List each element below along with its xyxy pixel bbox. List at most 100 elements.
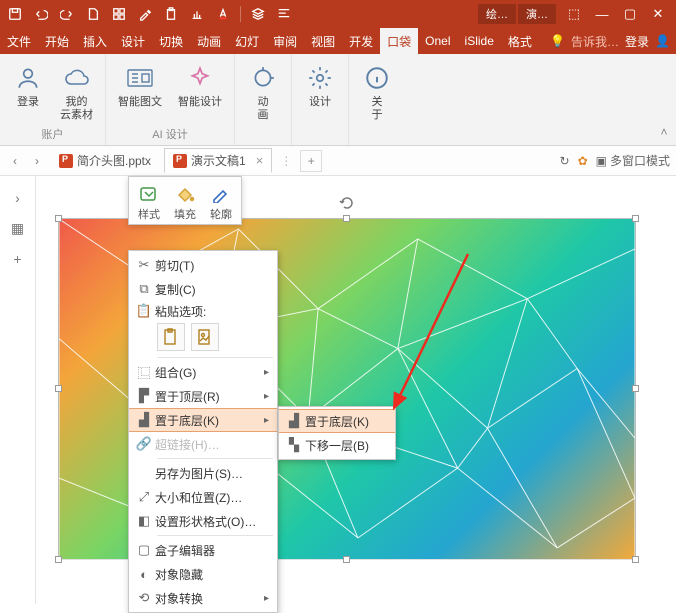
tab-insert[interactable]: 插入 [76, 28, 114, 54]
submenu-send-to-back[interactable]: ▟ 置于底层(K) [279, 409, 395, 433]
smart-design-button[interactable]: 智能设计 [174, 58, 226, 124]
left-rail: › ▦ + [0, 176, 36, 604]
forward-icon[interactable]: › [28, 152, 46, 170]
tab-review[interactable]: 审阅 [266, 28, 304, 54]
save-icon[interactable] [4, 3, 26, 25]
ribbon-group-about: 关 于 [349, 54, 405, 145]
tab-home[interactable]: 开始 [38, 28, 76, 54]
user-icon[interactable]: 👤 [655, 34, 670, 48]
tab-slideshow[interactable]: 幻灯 [228, 28, 266, 54]
menu-bring-front[interactable]: ▛ 置于顶层(R) ▸ [129, 384, 277, 408]
submenu-send-backward[interactable]: ▚ 下移一层(B) [279, 433, 395, 457]
ribbon-group-label: AI 设计 [152, 124, 187, 145]
selection-handle[interactable] [55, 556, 62, 563]
eyedropper-icon[interactable] [134, 3, 156, 25]
send-back-icon: ▟ [133, 411, 155, 429]
tab-menu-icon[interactable]: ⋮ [276, 154, 296, 168]
menu-copy[interactable]: ⧉ 复制(C) [129, 277, 277, 301]
tab-onekey[interactable]: Onel [418, 28, 457, 54]
rotate-handle-icon[interactable] [339, 195, 355, 211]
outline-button[interactable]: 轮廓 [203, 181, 239, 224]
close-tab-icon[interactable]: × [256, 153, 264, 168]
bucket-icon [173, 183, 197, 205]
undo-icon[interactable] [30, 3, 52, 25]
selection-handle[interactable] [632, 385, 639, 392]
tab-islide[interactable]: iSlide [458, 28, 501, 54]
menu-send-back[interactable]: ▟ 置于底层(K) ▸ [129, 408, 277, 432]
redo-icon[interactable] [56, 3, 78, 25]
menu-convert-object[interactable]: ⟲ 对象转换 ▸ [129, 586, 277, 610]
selection-handle[interactable] [632, 215, 639, 222]
cloud-assets-button[interactable]: 我的 云素材 [56, 58, 97, 124]
menu-hide-object[interactable]: ◐ 对象隐藏 [129, 562, 277, 586]
menu-group[interactable]: ⿺ 组合(G) ▸ [129, 360, 277, 384]
refresh-icon[interactable]: ↻ [560, 154, 570, 168]
tell-me-input[interactable]: 告诉我… [571, 33, 619, 50]
design-button[interactable]: 设计 [300, 58, 340, 140]
menu-box-editor[interactable]: ▢ 盒子编辑器 [129, 538, 277, 562]
fill-button[interactable]: 填充 [167, 181, 203, 224]
login-link[interactable]: 登录 [625, 33, 649, 50]
layers-icon[interactable] [247, 3, 269, 25]
menu-cut[interactable]: ✂ 剪切(T) [129, 253, 277, 277]
tab-design[interactable]: 设计 [114, 28, 152, 54]
font-color-icon[interactable] [212, 3, 234, 25]
paste-as-picture[interactable] [191, 323, 219, 351]
new-file-icon[interactable] [82, 3, 104, 25]
new-tab-button[interactable]: + [300, 150, 322, 172]
link-icon: 🔗 [133, 435, 155, 453]
chart-icon[interactable] [186, 3, 208, 25]
convert-icon: ⟲ [133, 589, 155, 607]
smart-graphics-button[interactable]: 智能图文 [114, 58, 166, 124]
settings-icon[interactable]: ✿ [578, 154, 588, 168]
expand-rail-icon[interactable]: › [15, 190, 20, 206]
tab-view[interactable]: 视图 [304, 28, 342, 54]
send-to-back-icon: ▟ [283, 412, 305, 430]
file-tab-2[interactable]: 演示文稿1 × [164, 148, 272, 173]
ribbon-group-ai: 智能图文 智能设计 AI 设计 [106, 54, 235, 145]
back-icon[interactable]: ‹ [6, 152, 24, 170]
document-tab-strip: ‹ › 简介头图.pptx 演示文稿1 × ⋮ + ↻ ✿ ▣ 多窗口模式 [0, 146, 676, 176]
tab-pocket[interactable]: 口袋 [380, 28, 418, 54]
login-button[interactable]: 登录 [8, 58, 48, 124]
lightbulb-icon: 💡 [550, 34, 565, 48]
tab-file[interactable]: 文件 [0, 28, 38, 54]
minimize-icon[interactable]: — [588, 0, 616, 28]
selection-handle[interactable] [343, 215, 350, 222]
restore-up-icon[interactable]: ⬚ [560, 0, 588, 28]
slide-sorter-icon[interactable] [108, 3, 130, 25]
menu-paste-header: 📋 粘贴选项: [129, 301, 277, 321]
selection-handle[interactable] [55, 385, 62, 392]
add-slide-icon[interactable]: + [13, 251, 21, 267]
chevron-right-icon: ▸ [264, 415, 269, 426]
selection-handle[interactable] [343, 556, 350, 563]
menu-format-shape[interactable]: ◧ 设置形状格式(O)… [129, 509, 277, 533]
selection-handle[interactable] [632, 556, 639, 563]
ribbon-collapse-icon[interactable]: ˄ [652, 54, 676, 145]
chevron-right-icon: ▸ [264, 367, 269, 378]
align-icon[interactable] [273, 3, 295, 25]
style-button[interactable]: 样式 [131, 181, 167, 224]
clipboard-icon: 📋 [133, 302, 155, 320]
tab-animations[interactable]: 动画 [190, 28, 228, 54]
ribbon-group-account: 登录 我的 云素材 账户 [0, 54, 106, 145]
paste-icon[interactable] [160, 3, 182, 25]
tab-transitions[interactable]: 切换 [152, 28, 190, 54]
close-icon[interactable]: ✕ [644, 0, 672, 28]
group-icon: ⿺ [133, 363, 155, 381]
maximize-icon[interactable]: ▢ [616, 0, 644, 28]
about-button[interactable]: 关 于 [357, 58, 397, 140]
tab-developer[interactable]: 开发 [342, 28, 380, 54]
animation-button[interactable]: 动 画 [243, 58, 283, 140]
bring-front-icon: ▛ [133, 387, 155, 405]
selection-handle[interactable] [55, 215, 62, 222]
thumbnail-view-icon[interactable]: ▦ [11, 220, 24, 237]
paste-keep-formatting[interactable] [157, 323, 185, 351]
multiwindow-button[interactable]: ▣ 多窗口模式 [596, 152, 670, 169]
menu-size-position[interactable]: ⤢ 大小和位置(Z)… [129, 485, 277, 509]
menu-save-as-picture[interactable]: 另存为图片(S)… [129, 461, 277, 485]
copy-icon: ⧉ [133, 280, 155, 298]
smart-graphics-icon [124, 62, 156, 94]
tab-format[interactable]: 格式 [501, 28, 539, 54]
file-tab-1[interactable]: 简介头图.pptx [50, 148, 160, 173]
